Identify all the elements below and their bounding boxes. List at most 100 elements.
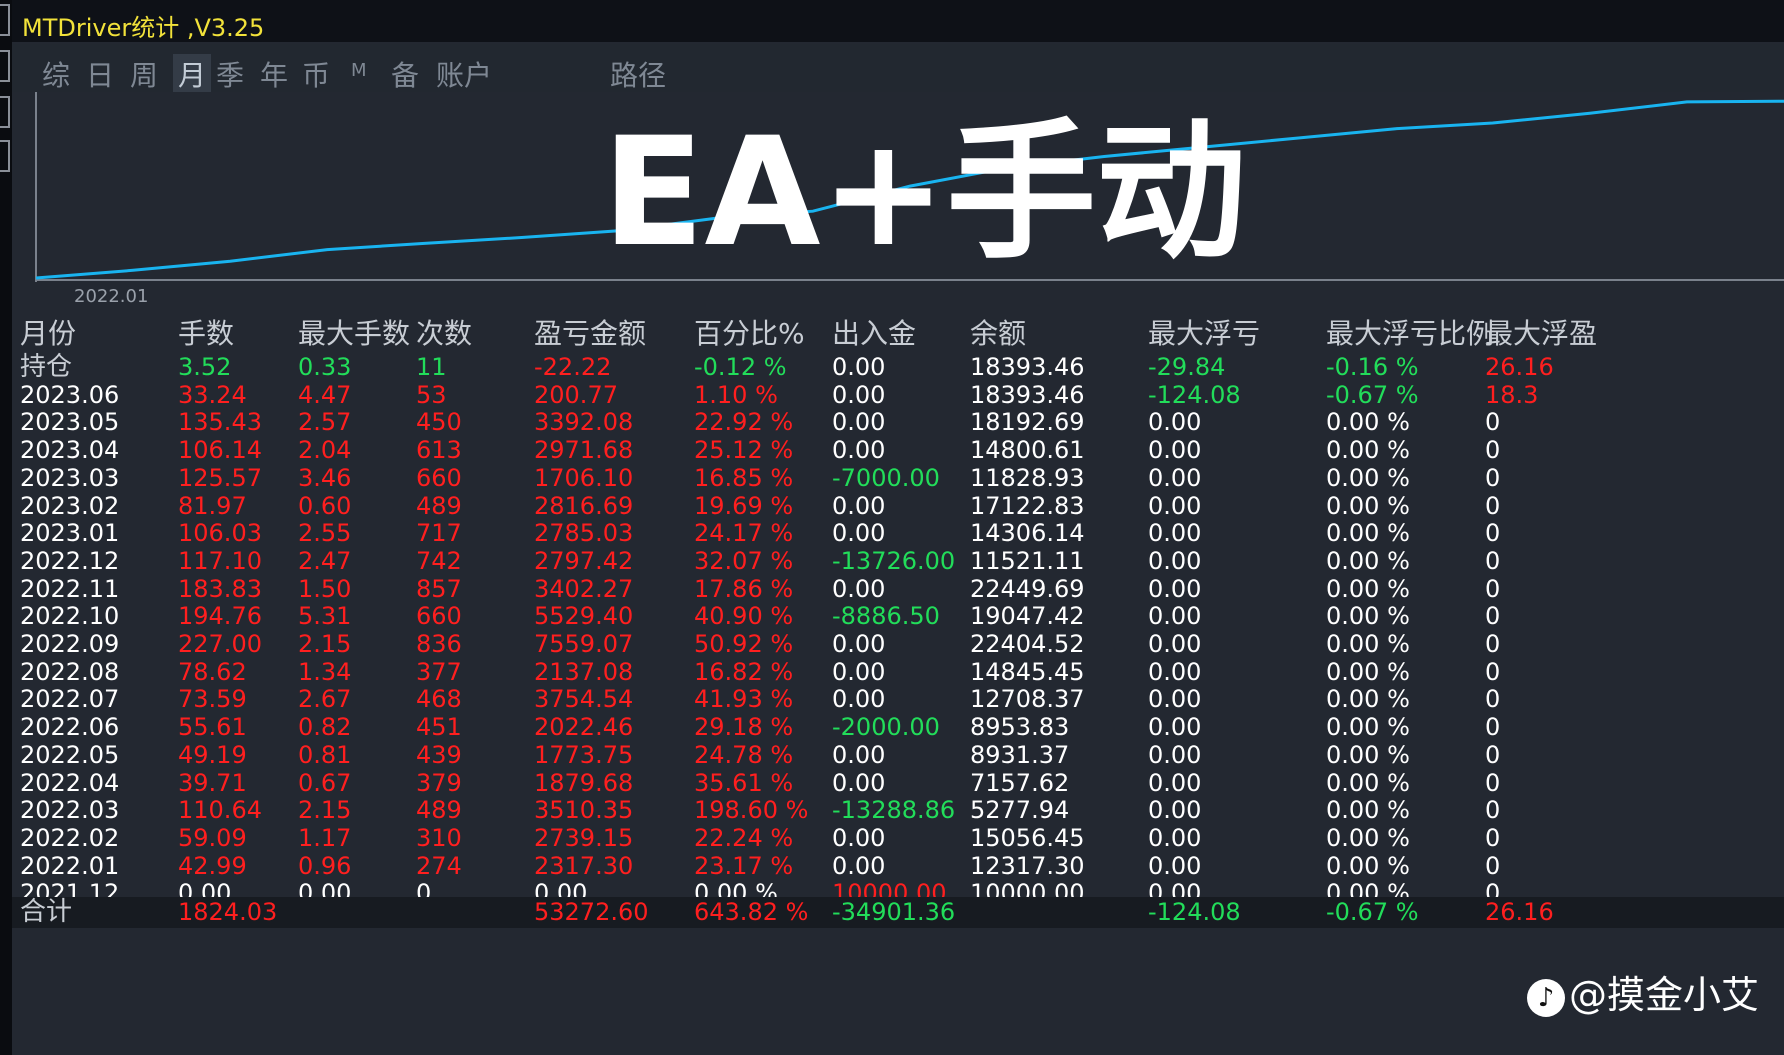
cell: 5277.94: [970, 796, 1070, 825]
cell: 4.47: [298, 380, 352, 409]
cell: 106.03: [178, 519, 262, 548]
cell: 0.96: [298, 851, 352, 880]
cell: 2023.02: [20, 491, 120, 520]
cell: 0.00 %: [1326, 740, 1410, 769]
cell: 8953.83: [970, 713, 1070, 742]
tab-7[interactable]: M: [351, 60, 367, 81]
cell: 2797.42: [534, 546, 634, 575]
tab-3[interactable]: 月: [173, 54, 212, 94]
cell: 24.78 %: [694, 740, 794, 769]
tab-8[interactable]: 备: [391, 54, 419, 94]
cell: 198.60 %: [694, 796, 809, 825]
cell: 月份: [20, 317, 77, 350]
cell: 12317.30: [970, 851, 1085, 880]
cell: 0.00: [1148, 685, 1202, 714]
cell: 0.00: [1148, 546, 1202, 575]
cell: 2971.68: [534, 436, 634, 465]
tab-9[interactable]: 账户: [436, 54, 492, 94]
cell: 5529.40: [534, 602, 634, 631]
cell: 73.59: [178, 685, 247, 714]
cell: 0.00: [832, 823, 886, 852]
cell: 2.47: [298, 546, 352, 575]
cell: 0: [1485, 740, 1501, 769]
cell: 最大手数: [298, 317, 411, 350]
cell: 0.00 %: [1326, 851, 1410, 880]
cell: 2022.12: [20, 546, 120, 575]
cell: 29.18 %: [694, 713, 794, 742]
table-row: 2022.04 39.71 0.67 379 1879.68 35.61 % 0.00 715…: [12, 768, 1784, 799]
cell: 3392.08: [534, 408, 634, 437]
cell: 125.57: [178, 463, 262, 492]
cell: 盈亏金额: [534, 317, 647, 350]
tab-1[interactable]: 日: [86, 54, 114, 94]
cell: 最大浮盈: [1485, 317, 1598, 350]
cell: 836: [416, 630, 462, 658]
cell: 3402.27: [534, 574, 634, 603]
cell: 24.17 %: [694, 519, 794, 548]
cell: 2022.02: [20, 823, 120, 852]
tab-4[interactable]: 季: [216, 54, 244, 94]
table-total-row: 合计 1824.03 53272.60 643.82 % -34901.36 -124.0…: [12, 897, 1784, 928]
tab-0[interactable]: 综: [42, 54, 70, 94]
cell: 742: [416, 546, 462, 575]
table-row: 2022.06 55.61 0.82 451 2022.46 29.18 % -2000.0…: [12, 712, 1784, 743]
cell: 百分比%: [694, 317, 805, 350]
cell: 持仓: [20, 352, 73, 382]
cell: 42.99: [178, 851, 247, 880]
cell: 11: [416, 353, 447, 381]
cell: 1.34: [298, 657, 352, 686]
cell: 2137.08: [534, 657, 634, 686]
cell: -0.67 %: [1326, 898, 1419, 926]
table-row: 2022.08 78.62 1.34 377 2137.08 16.82 % 0.00 148…: [12, 657, 1784, 688]
cell: 22.24 %: [694, 823, 794, 852]
cell: -13726.00: [832, 546, 956, 575]
cell: 0: [1485, 713, 1501, 742]
edge-marker: [0, 50, 10, 82]
tab-10[interactable]: 路径: [610, 54, 666, 94]
tab-2[interactable]: 周: [130, 54, 158, 94]
cell: 2.15: [298, 796, 352, 825]
cell: 2023.04: [20, 436, 120, 465]
tab-bar: 综日周月季年币 M 备账户 路径: [12, 44, 1784, 94]
cell: 19047.42: [970, 602, 1085, 631]
cell: 0.00: [1148, 602, 1202, 631]
cell: 1879.68: [534, 768, 634, 797]
cell: 660: [416, 602, 462, 631]
cell: 8931.37: [970, 740, 1070, 769]
cell: 0.33: [298, 353, 352, 381]
cell: 274: [416, 851, 462, 880]
cell: -22.22: [534, 353, 612, 381]
cell: 22.92 %: [694, 408, 794, 437]
cell: 最大浮亏比例: [1326, 317, 1495, 350]
cell: 0.00: [832, 491, 886, 520]
cell: -7000.00: [832, 463, 940, 492]
cell: 439: [416, 740, 462, 769]
cell: 26.16: [1485, 353, 1554, 381]
x-axis-tick-label: 2022.01: [74, 286, 148, 307]
cell: 35.61 %: [694, 768, 794, 797]
cell: 2.55: [298, 519, 352, 548]
douyin-icon: ♪: [1527, 978, 1565, 1017]
cell: 2022.05: [20, 740, 120, 769]
cell: 857: [416, 574, 462, 603]
tab-5[interactable]: 年: [260, 54, 288, 94]
cell: 717: [416, 519, 462, 548]
cell: -8886.50: [832, 602, 940, 631]
cell: 0: [1485, 796, 1501, 825]
cell: 2022.04: [20, 768, 120, 797]
tab-6[interactable]: 币: [302, 54, 330, 94]
cell: 50.92 %: [694, 630, 794, 658]
cell: 次数: [416, 317, 473, 350]
cell: 3.52: [178, 353, 232, 381]
table-row: 2022.05 49.19 0.81 439 1773.75 24.78 % 0.00 893…: [12, 740, 1784, 771]
cell: 106.14: [178, 436, 262, 465]
cell: 0.00 %: [1326, 463, 1410, 492]
cell: 39.71: [178, 768, 247, 797]
cell: 0: [1485, 768, 1501, 797]
cell: 26.16: [1485, 898, 1554, 926]
cell: -29.84: [1148, 353, 1226, 381]
cell: 0: [1485, 574, 1501, 603]
cell: -2000.00: [832, 713, 940, 742]
cell: 0: [1485, 851, 1501, 880]
table-header-row: 月份 手数 最大手数 次数 盈亏金额 百分比% 出入金 余额 最大浮亏 最大浮亏比例 最大浮盈: [12, 316, 1784, 352]
